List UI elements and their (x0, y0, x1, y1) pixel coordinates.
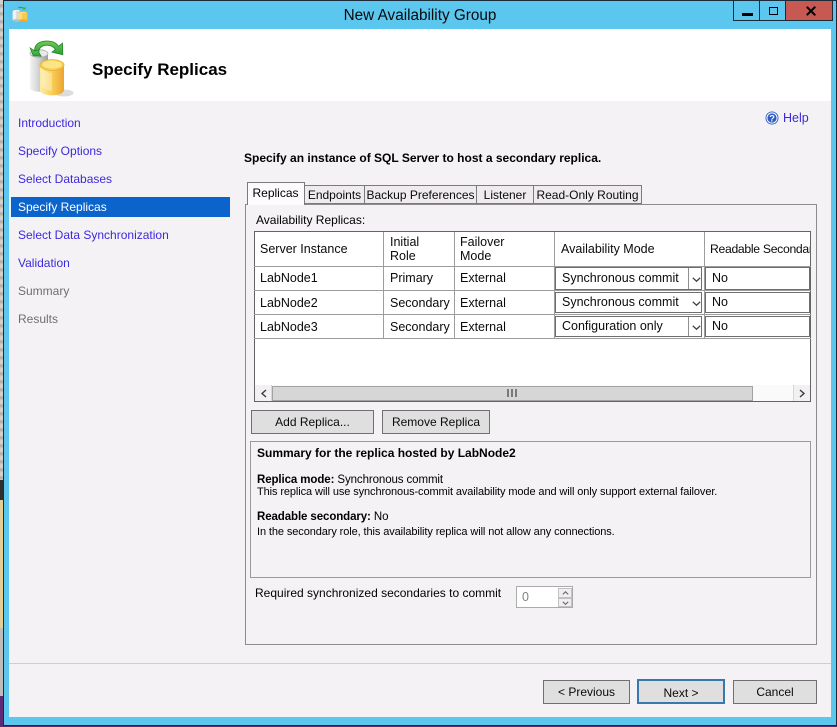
svg-text:?: ? (769, 113, 775, 124)
